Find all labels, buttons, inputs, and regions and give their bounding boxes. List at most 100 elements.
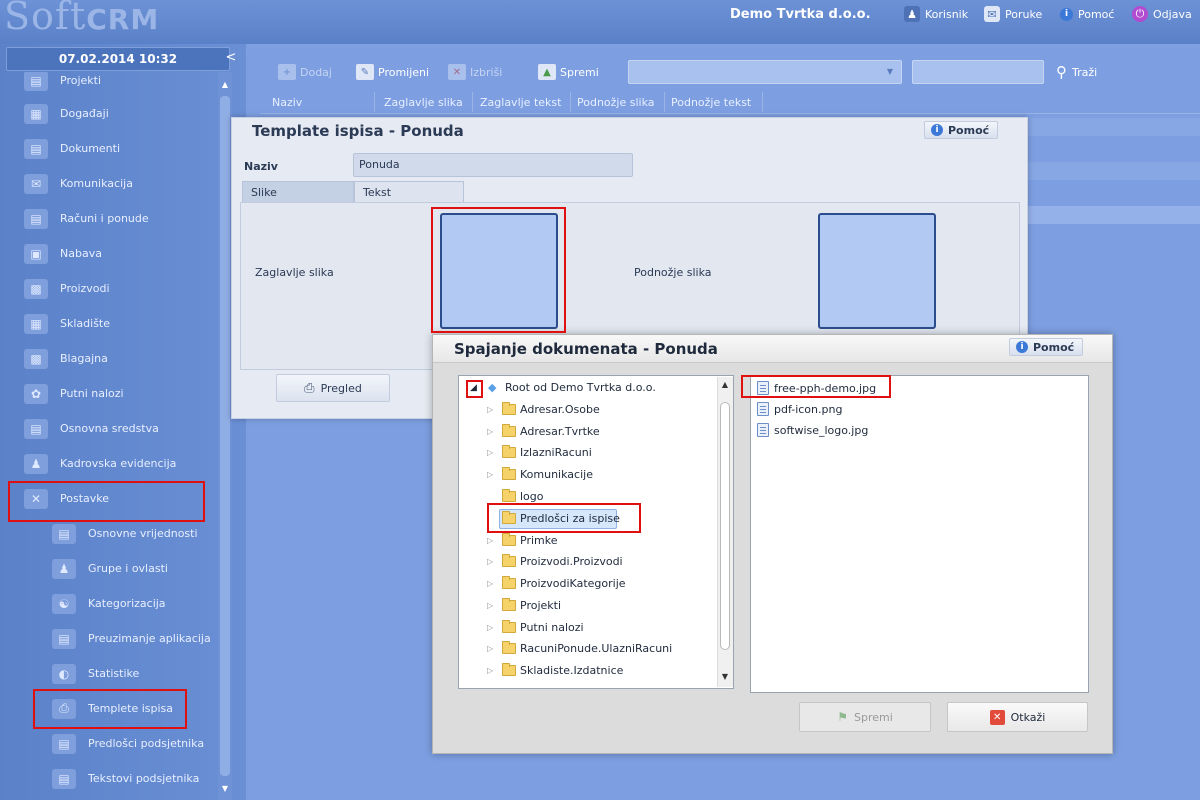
sidebar-scroll-thumb[interactable]	[220, 96, 230, 776]
sidebar-subitem-preuzimanje[interactable]: ▤ Preuzimanje aplikacija	[0, 621, 218, 656]
delete-icon: ✕	[448, 64, 466, 80]
column-zaglavlje-slika[interactable]: Zaglavlje slika	[384, 96, 463, 109]
tree-scroll-thumb[interactable]	[720, 402, 730, 650]
expand-arrow-icon[interactable]: ▷	[487, 536, 493, 545]
sidebar-item-proizvodi[interactable]: ▩ Proizvodi	[0, 271, 218, 306]
table-row[interactable]	[1026, 206, 1200, 224]
header-image-label: Zaglavlje slika	[255, 266, 334, 279]
expand-arrow-icon[interactable]: ▷	[487, 448, 493, 457]
table-row[interactable]	[1026, 118, 1200, 136]
sidebar-item-dokumenti[interactable]: ▤ Dokumenti	[0, 131, 218, 166]
table-row[interactable]	[1026, 184, 1200, 202]
filter-select[interactable]: ▼	[628, 60, 902, 84]
sidebar-item-dogadaji[interactable]: ▦ Događaji	[0, 96, 218, 131]
sidebar-subitem-statistike[interactable]: ◐ Statistike	[0, 656, 218, 691]
header-image-slot[interactable]	[440, 213, 558, 329]
sidebar-item-blagajna[interactable]: ▩ Blagajna	[0, 341, 218, 376]
sidebar-subitem-grupe[interactable]: ♟ Grupe i ovlasti	[0, 551, 218, 586]
tree-scroll-up-icon[interactable]: ▲	[718, 378, 732, 392]
logout-link[interactable]: ⏻ Odjava	[1132, 5, 1192, 23]
folder-icon	[502, 445, 516, 458]
expand-arrow-icon[interactable]: ▷	[487, 601, 493, 610]
chevron-down-icon: ▼	[886, 67, 893, 76]
settings-icon: ✕	[24, 488, 48, 509]
file-icon	[757, 423, 769, 437]
table-row[interactable]	[1026, 140, 1200, 158]
categorization-icon: ☯	[52, 593, 76, 614]
sidebar-subitem-osnovne-vrijednosti[interactable]: ▤ Osnovne vrijednosti	[0, 516, 218, 551]
download-apps-icon: ▤	[52, 628, 76, 649]
print-template-icon: ⎙	[52, 698, 76, 719]
expand-arrow-icon[interactable]: ▷	[487, 405, 493, 414]
scroll-down-arrow-icon[interactable]: ▼	[218, 782, 232, 796]
sidebar-collapse-button[interactable]: <	[224, 50, 238, 66]
sidebar-item-postavke[interactable]: ✕ Postavke	[0, 481, 218, 516]
folder-icon	[502, 598, 516, 611]
user-menu[interactable]: ♟ Korisnik	[904, 5, 968, 23]
expand-arrow-icon[interactable]: ▷	[487, 623, 493, 632]
sidebar-subitem-tekstovi-podsjetnika[interactable]: ▤ Tekstovi podsjetnika	[0, 761, 218, 796]
scroll-up-arrow-icon[interactable]: ▲	[218, 78, 232, 92]
edit-button[interactable]: ✎ Promijeni	[356, 60, 429, 84]
folder-icon	[502, 489, 516, 502]
tab-slike[interactable]: Slike	[242, 181, 354, 203]
file-icon	[757, 402, 769, 416]
add-button[interactable]: + Dodaj	[278, 60, 332, 84]
sidebar-item-komunikacija[interactable]: ✉ Komunikacija	[0, 166, 218, 201]
sidebar-subitem-templete-ispisa[interactable]: ⎙ Templete ispisa	[0, 691, 218, 726]
folder-icon	[502, 554, 516, 567]
footer-image-label: Podnožje slika	[634, 266, 712, 279]
edit-icon: ✎	[356, 64, 374, 80]
messages-link[interactable]: ✉ Poruke	[984, 5, 1042, 23]
groups-icon: ♟	[52, 558, 76, 579]
column-separator	[664, 92, 665, 112]
procurement-icon: ▣	[24, 243, 48, 264]
folder-icon	[502, 663, 516, 676]
search-input[interactable]	[912, 60, 1044, 84]
column-podnozje-tekst[interactable]: Podnožje tekst	[671, 96, 751, 109]
sidebar-item-projekti[interactable]: ▤ Projekti	[0, 72, 218, 98]
tab-tekst[interactable]: Tekst	[354, 181, 464, 203]
tree-scroll-down-icon[interactable]: ▼	[718, 670, 732, 684]
expand-arrow-icon[interactable]: ▷	[487, 666, 493, 675]
expand-arrow-icon[interactable]: ▷	[487, 470, 493, 479]
sidebar-item-osnovna-sredstva[interactable]: ▤ Osnovna sredstva	[0, 411, 218, 446]
expand-arrow-icon[interactable]: ▷	[487, 427, 493, 436]
sidebar-subitem-predlosci-podsjetnika[interactable]: ▤ Predlošci podsjetnika	[0, 726, 218, 761]
help-link[interactable]: i Pomoć	[1060, 5, 1114, 23]
preview-button[interactable]: ⎙ Pregled	[276, 374, 390, 402]
file-item[interactable]: pdf-icon.png	[757, 399, 842, 419]
datetime-display: 07.02.2014 10:32	[6, 47, 230, 71]
file-item[interactable]: free-pph-demo.jpg	[757, 378, 876, 398]
sidebar-subitem-kategorizacija[interactable]: ☯ Kategorizacija	[0, 586, 218, 621]
user-label: Korisnik	[925, 7, 969, 21]
delete-button[interactable]: ✕ Izbriši	[448, 60, 502, 84]
column-podnozje-slika[interactable]: Podnožje slika	[577, 96, 655, 109]
merge-dialog-title: Spajanje dokumenata - Ponuda	[454, 340, 718, 358]
table-row[interactable]	[1026, 162, 1200, 180]
expand-arrow-icon[interactable]: ▷	[487, 644, 493, 653]
save-toolbar-button[interactable]: ▲ Spremi	[538, 60, 599, 84]
save-merge-button[interactable]: ⚑ Spremi	[799, 702, 931, 732]
collapse-arrow-icon[interactable]: ◢	[470, 383, 477, 393]
naziv-input[interactable]: Ponuda	[353, 153, 633, 177]
search-button[interactable]: ⚲ Traži	[1056, 62, 1097, 82]
merge-help-button[interactable]: i Pomoć	[1009, 338, 1084, 356]
grid-header: Naziv Zaglavlje slika Zaglavlje tekst Po…	[260, 90, 1200, 114]
column-zaglavlje-tekst[interactable]: Zaglavlje tekst	[480, 96, 561, 109]
column-naziv[interactable]: Naziv	[272, 96, 302, 109]
sidebar-item-racuni[interactable]: ▤ Računi i ponude	[0, 201, 218, 236]
footer-image-slot[interactable]	[818, 213, 936, 329]
sidebar-item-skladiste[interactable]: ▦ Skladište	[0, 306, 218, 341]
app-logo: SoftCRM	[4, 0, 160, 38]
expand-arrow-icon[interactable]: ▷	[487, 579, 493, 588]
sidebar-item-putni-nalozi[interactable]: ✿ Putni nalozi	[0, 376, 218, 411]
merge-dialog-titlebar: Spajanje dokumenata - Ponuda i Pomoć	[433, 335, 1112, 363]
messages-label: Poruke	[1005, 7, 1043, 21]
template-help-button[interactable]: i Pomoć	[924, 121, 999, 139]
sidebar-item-nabava[interactable]: ▣ Nabava	[0, 236, 218, 271]
sidebar-item-kadrovska[interactable]: ♟ Kadrovska evidencija	[0, 446, 218, 481]
expand-arrow-icon[interactable]: ▷	[487, 557, 493, 566]
cancel-button[interactable]: ✕ Otkaži	[947, 702, 1088, 732]
file-item[interactable]: softwise_logo.jpg	[757, 420, 868, 440]
